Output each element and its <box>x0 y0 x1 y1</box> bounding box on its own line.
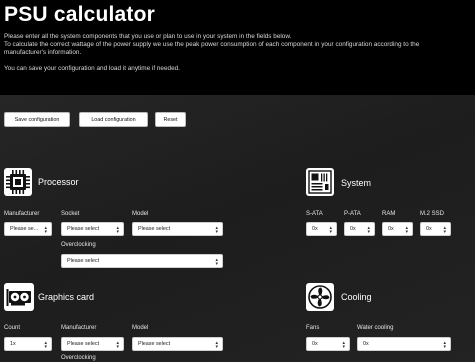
intro-line: To calculate the correct wattage of the … <box>4 41 420 49</box>
pata-select[interactable]: 0x ▴ ▾ <box>344 222 375 236</box>
select-value: Please select <box>67 341 100 347</box>
fans-label: Fans <box>306 325 320 331</box>
select-value: 0x <box>388 226 394 232</box>
processor-socket-select[interactable]: Please select ▴ ▾ <box>61 222 124 236</box>
system-section-title: System <box>341 178 372 188</box>
processor-manufacturer-label: Manufacturer <box>4 211 40 217</box>
up-down-chevron-icon: ▴ ▾ <box>342 340 345 350</box>
select-value: 0x <box>312 226 318 232</box>
graphics-model-select[interactable]: Please select ▴ ▾ <box>132 337 223 351</box>
up-down-chevron-icon: ▴ ▾ <box>329 225 332 235</box>
select-value: Please select <box>67 258 100 264</box>
up-down-chevron-icon: ▴ ▾ <box>215 257 218 267</box>
graphics-card-icon <box>4 283 34 311</box>
graphics-model-label: Model <box>132 325 149 331</box>
intro-text: Please enter all the system components t… <box>4 33 469 73</box>
sata-select[interactable]: 0x ▴ ▾ <box>306 222 337 236</box>
up-down-chevron-icon: ▴ ▾ <box>215 225 218 235</box>
select-value: 0x <box>350 226 356 232</box>
select-value: 0x <box>426 226 432 232</box>
water-cooling-label: Water cooling <box>357 325 394 331</box>
fan-icon <box>306 283 334 311</box>
cpu-chip-icon <box>4 168 32 196</box>
intro-line: manufacturer's information. <box>4 49 82 57</box>
processor-overclocking-select[interactable]: Please select ▴ ▾ <box>61 254 223 268</box>
m2-ssd-select[interactable]: 0x ▴ ▾ <box>420 222 451 236</box>
select-value: Please select <box>138 226 171 232</box>
up-down-chevron-icon: ▴ ▾ <box>215 340 218 350</box>
intro-line: You can save your configuration and load… <box>4 64 180 72</box>
fans-select[interactable]: 0x ▴ ▾ <box>306 337 350 351</box>
select-value: 1x <box>10 341 16 347</box>
up-down-chevron-icon: ▴ ▾ <box>443 225 446 235</box>
select-value: 0x <box>312 341 318 347</box>
ram-label: RAM <box>382 211 396 217</box>
up-down-chevron-icon: ▴ ▾ <box>116 225 119 235</box>
intro-line: Please enter all the system components t… <box>4 33 292 40</box>
processor-section-title: Processor <box>38 177 79 187</box>
up-down-chevron-icon: ▴ ▾ <box>405 225 408 235</box>
save-configuration-button[interactable]: Save configuration <box>4 112 70 127</box>
up-down-chevron-icon: ▴ ▾ <box>44 340 47 350</box>
processor-overclocking-label: Overclocking <box>61 242 96 248</box>
motherboard-icon <box>306 168 334 196</box>
reset-button[interactable]: Reset <box>155 112 186 127</box>
cooling-section-title: Cooling <box>341 292 372 302</box>
up-down-chevron-icon: ▴ ▾ <box>367 225 370 235</box>
processor-model-select[interactable]: Please select ▴ ▾ <box>132 222 223 236</box>
select-value: Please select <box>138 341 171 347</box>
select-value: Please select <box>67 226 100 232</box>
m2-ssd-label: M.2 SSD <box>420 211 445 217</box>
sata-label: S-ATA <box>306 211 323 217</box>
up-down-chevron-icon: ▴ ▾ <box>116 340 119 350</box>
load-configuration-button[interactable]: Load configuration <box>79 112 148 127</box>
graphics-manufacturer-label: Manufacturer <box>61 325 97 331</box>
graphics-section-title: Graphics card <box>38 292 95 302</box>
ram-select[interactable]: 0x ▴ ▾ <box>382 222 413 236</box>
page-title: PSU calculator <box>4 3 156 26</box>
select-value: 0x <box>363 341 369 347</box>
water-cooling-select[interactable]: 0x ▴ ▾ <box>357 337 451 351</box>
graphics-manufacturer-select[interactable]: Please select ▴ ▾ <box>61 337 124 351</box>
up-down-chevron-icon: ▴ ▾ <box>44 225 47 235</box>
pata-label: P-ATA <box>344 211 361 217</box>
processor-socket-label: Socket <box>61 211 80 217</box>
processor-manufacturer-select[interactable]: Please se... ▴ ▾ <box>4 222 52 236</box>
graphics-count-label: Count <box>4 325 21 331</box>
select-value: Please se... <box>10 226 39 232</box>
graphics-count-select[interactable]: 1x ▴ ▾ <box>4 337 52 351</box>
processor-model-label: Model <box>132 211 149 217</box>
graphics-overclocking-label: Overclocking <box>61 355 96 361</box>
up-down-chevron-icon: ▴ ▾ <box>443 340 446 350</box>
page-header: PSU calculator Please enter all the syst… <box>0 0 475 95</box>
